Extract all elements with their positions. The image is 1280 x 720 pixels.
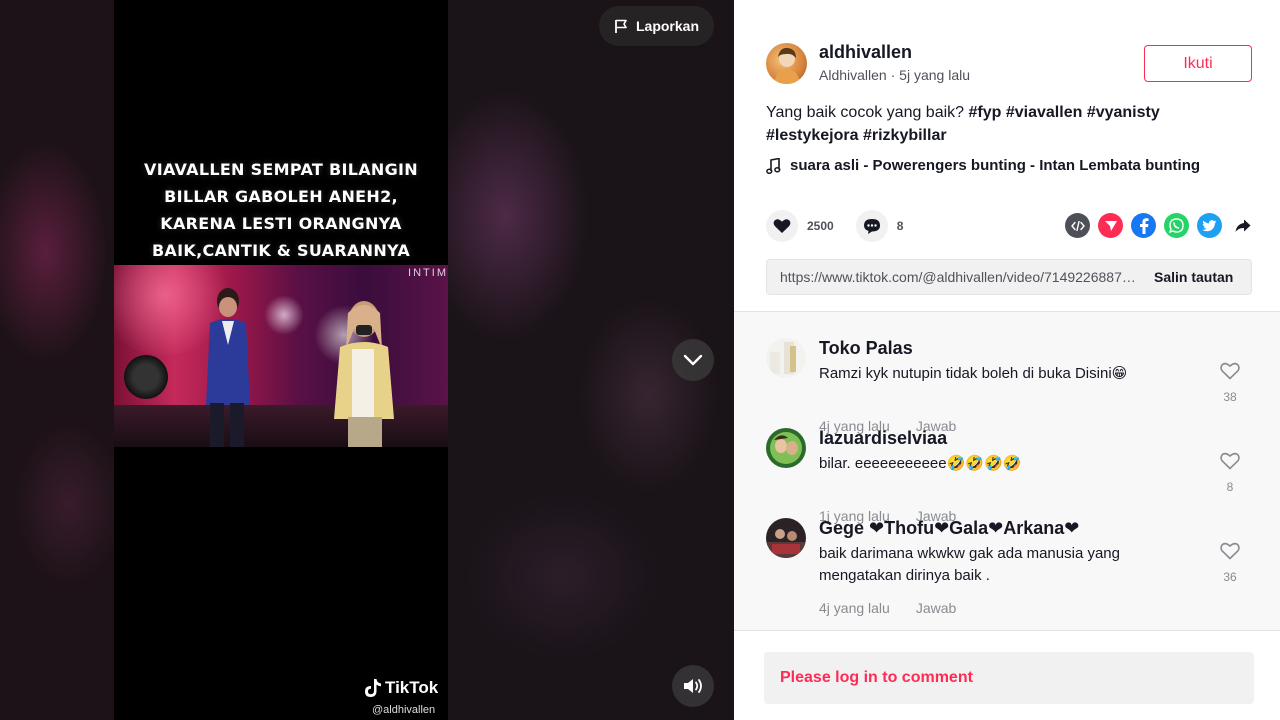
heart-outline-icon bbox=[1220, 362, 1240, 380]
stage-text: INTIM bbox=[408, 267, 448, 279]
share-arrow-icon[interactable] bbox=[1230, 213, 1255, 238]
comment-like[interactable]: 8 bbox=[1218, 452, 1242, 494]
chevron-down-icon bbox=[683, 354, 703, 366]
tiktok-logo-icon bbox=[365, 679, 381, 697]
description-text: Yang baik cocok yang baik? bbox=[766, 104, 969, 121]
share-buttons bbox=[1065, 213, 1255, 238]
watermark-text: TikTok bbox=[385, 678, 439, 697]
hashtag-rizkybillar[interactable]: #rizkybillar bbox=[863, 127, 947, 144]
video-description: Yang baik cocok yang baik? #fyp #viavall… bbox=[766, 101, 1256, 147]
copy-link-button[interactable]: Salin tautan bbox=[1142, 269, 1233, 285]
comment-text: baik darimana wkwkw gak ada manusia yang… bbox=[819, 545, 1120, 584]
heart-icon bbox=[773, 219, 791, 233]
whatsapp-icon[interactable] bbox=[1164, 213, 1189, 238]
heart-outline-icon bbox=[1220, 542, 1240, 560]
comment-item: Toko Palas Ramzi kyk nutupin tidak boleh… bbox=[766, 338, 1246, 434]
author-avatar[interactable] bbox=[766, 43, 807, 84]
login-to-comment-box[interactable]: Please log in to comment bbox=[764, 652, 1254, 704]
engagement-actions: 2500 8 bbox=[766, 210, 903, 242]
comment-avatar[interactable] bbox=[766, 338, 806, 378]
music-note-icon bbox=[766, 157, 781, 174]
music-title: suara asli - Powerengers bunting - Intan… bbox=[790, 157, 1201, 174]
hashtag-fyp[interactable]: #fyp bbox=[969, 104, 1002, 121]
video-stage-scene: INTIM bbox=[114, 265, 448, 447]
like-count: 2500 bbox=[807, 219, 834, 233]
watermark-handle: @aldhivallen bbox=[372, 704, 436, 716]
author-username[interactable]: aldhivallen bbox=[819, 42, 912, 63]
flag-icon bbox=[615, 19, 627, 33]
author-nickname: Aldhivallen bbox=[819, 67, 887, 83]
facebook-icon[interactable] bbox=[1131, 213, 1156, 238]
login-prompt[interactable]: Please log in to comment bbox=[780, 669, 973, 687]
like-button[interactable] bbox=[766, 210, 798, 242]
reply-button[interactable]: Jawab bbox=[916, 600, 956, 616]
comment-text: bilar. eeeeeeeeeee🤣🤣🤣🤣 bbox=[819, 455, 1022, 472]
video-frame[interactable]: VIAVALLEN SEMPAT BILANGIN BILLAR GABOLEH… bbox=[114, 0, 448, 720]
hashtag-lestykejora[interactable]: #lestykejora bbox=[766, 127, 859, 144]
video-link-text[interactable]: https://www.tiktok.com/@aldhivallen/vide… bbox=[767, 269, 1142, 285]
comment-avatar[interactable] bbox=[766, 518, 806, 558]
video-player[interactable]: VIAVALLEN SEMPAT BILANGIN BILLAR GABOLEH… bbox=[0, 0, 734, 720]
comment-author[interactable]: Toko Palas bbox=[819, 338, 913, 359]
comment-like[interactable]: 36 bbox=[1218, 542, 1242, 584]
comment-time: 4j yang lalu bbox=[819, 600, 890, 616]
heart-outline-icon bbox=[1220, 452, 1240, 470]
volume-button[interactable] bbox=[672, 665, 714, 707]
comment-like-count: 36 bbox=[1223, 570, 1237, 584]
author-subline: Aldhivallen · 5j yang lalu bbox=[819, 67, 970, 83]
post-time: 5j yang lalu bbox=[899, 67, 970, 83]
tiktok-video-page: VIAVALLEN SEMPAT BILANGIN BILLAR GABOLEH… bbox=[0, 0, 1280, 720]
video-link-box: https://www.tiktok.com/@aldhivallen/vide… bbox=[766, 259, 1252, 295]
report-button[interactable]: Laporkan bbox=[599, 6, 714, 46]
avatar-image bbox=[774, 47, 800, 84]
comment-item: Gege ❤Thofu❤Gala❤Arkana❤ baik darimana w… bbox=[766, 518, 1246, 618]
comment-author[interactable]: lazuardiselviaa bbox=[819, 428, 947, 449]
hashtag-vyanisty[interactable]: #vyanisty bbox=[1087, 104, 1160, 121]
subline-separator: · bbox=[886, 67, 900, 83]
comment-author[interactable]: Gege ❤Thofu❤Gala❤Arkana❤ bbox=[819, 518, 1079, 539]
blurred-background-left bbox=[0, 0, 114, 720]
comment-text: Ramzi kyk nutupin tidak boleh di buka Di… bbox=[819, 365, 1128, 382]
send-icon[interactable] bbox=[1098, 213, 1123, 238]
speaker-icon bbox=[684, 679, 702, 693]
details-panel: aldhivallen Aldhivallen · 5j yang lalu I… bbox=[734, 0, 1280, 720]
hashtag-viavallen[interactable]: #viavallen bbox=[1006, 104, 1083, 121]
comment-meta: 4j yang lalu Jawab bbox=[819, 600, 956, 616]
comment-like[interactable]: 38 bbox=[1218, 362, 1242, 404]
comment-count: 8 bbox=[896, 219, 904, 233]
music-link[interactable]: suara asli - Powerengers bunting - Intan… bbox=[766, 157, 1200, 174]
singer-male-figure bbox=[206, 288, 250, 447]
comment-like-count: 8 bbox=[1226, 480, 1234, 494]
follow-button[interactable]: Ikuti bbox=[1144, 45, 1252, 82]
singer-female-figure bbox=[334, 301, 394, 447]
next-video-button[interactable] bbox=[672, 339, 714, 381]
comment-list[interactable]: Toko Palas Ramzi kyk nutupin tidak boleh… bbox=[734, 311, 1280, 631]
comment-like-count: 38 bbox=[1223, 390, 1237, 404]
tiktok-watermark: TikTok bbox=[364, 678, 438, 698]
embed-icon[interactable] bbox=[1065, 213, 1090, 238]
comment-bubble-icon bbox=[863, 218, 880, 234]
comment-item: lazuardiselviaa bilar. eeeeeeeeeee🤣🤣🤣🤣 1… bbox=[766, 428, 1246, 524]
comment-button[interactable] bbox=[855, 210, 888, 242]
twitter-icon[interactable] bbox=[1197, 213, 1222, 238]
report-label: Laporkan bbox=[635, 18, 699, 34]
comment-avatar[interactable] bbox=[766, 428, 806, 468]
